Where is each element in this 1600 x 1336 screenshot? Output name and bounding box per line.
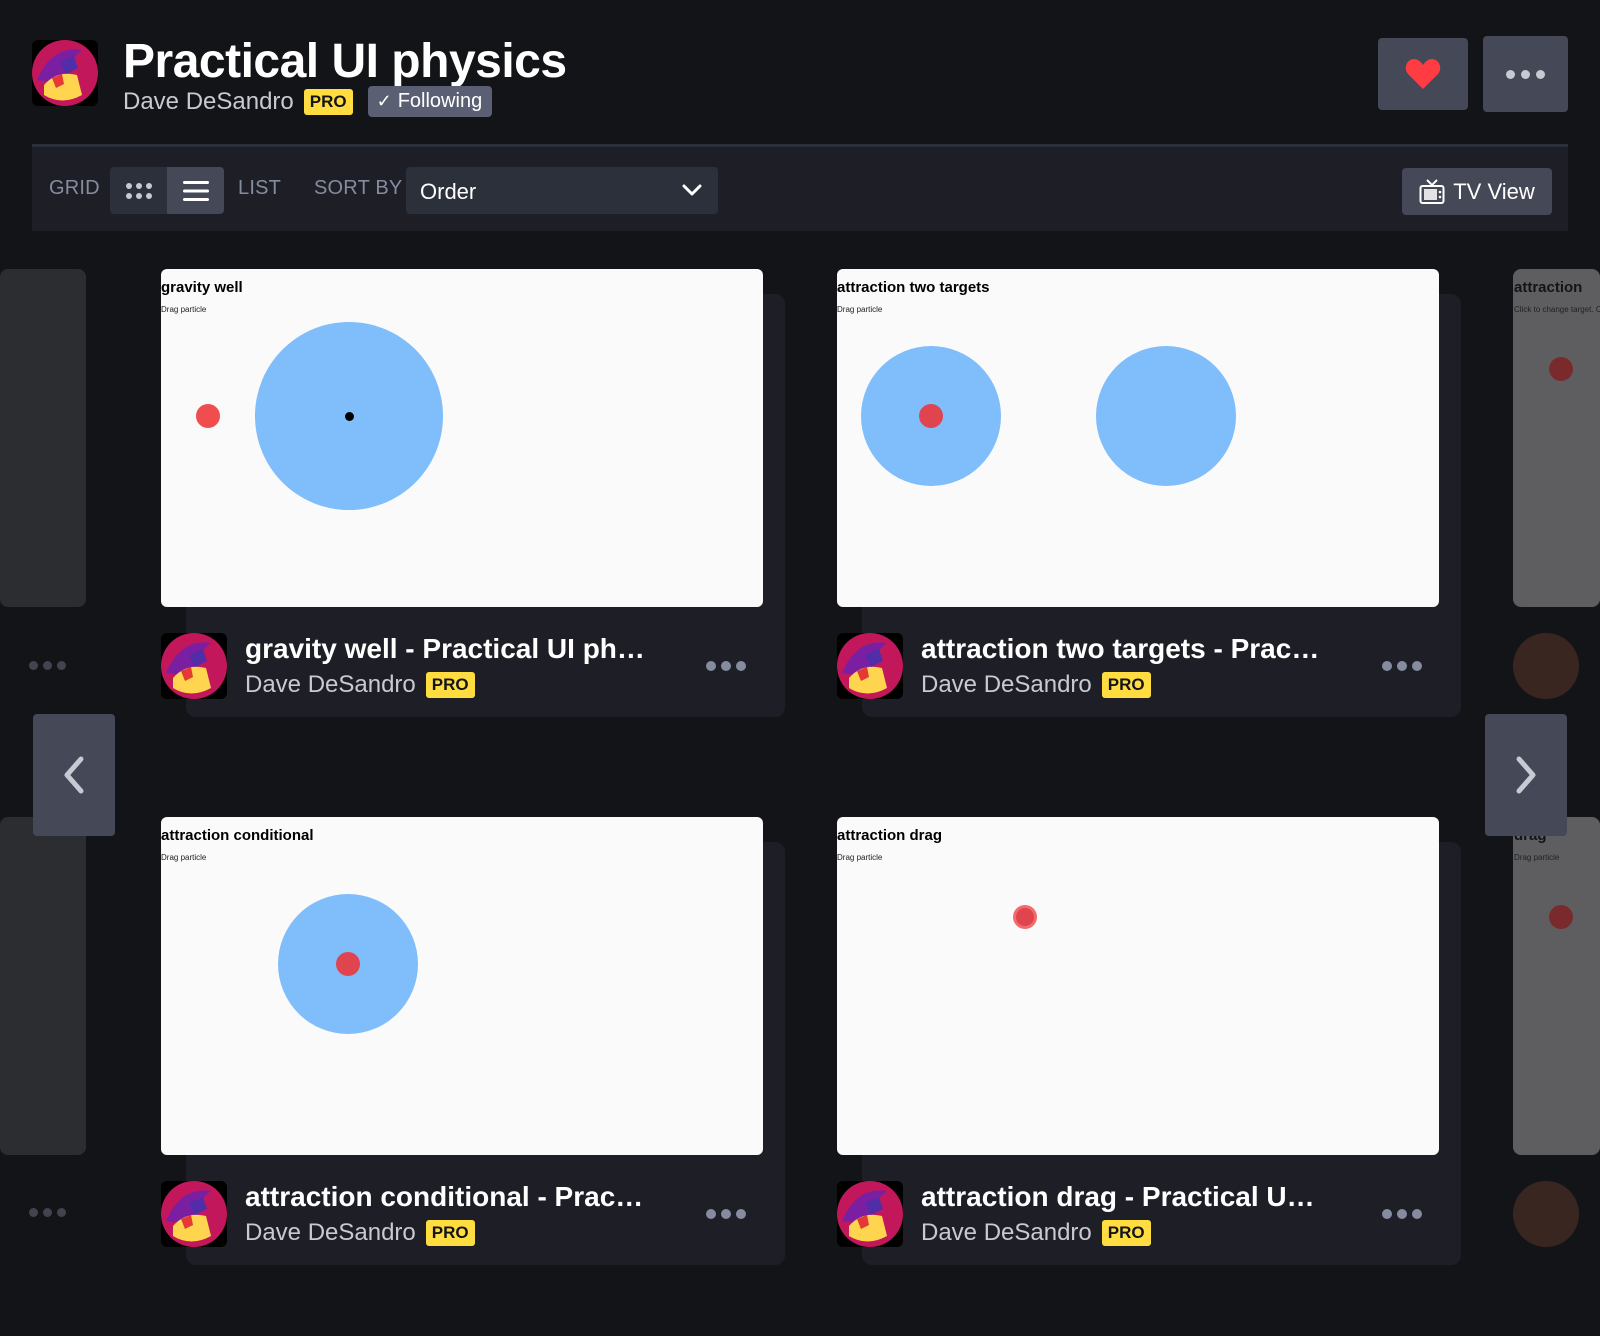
preview-subtitle: Drag particle bbox=[161, 853, 207, 862]
pen-title[interactable]: attraction two targets - Practi... bbox=[921, 633, 1321, 665]
ellipsis-icon bbox=[1382, 1209, 1392, 1219]
peek-title: attraction bbox=[1514, 279, 1583, 296]
grid-icon bbox=[125, 182, 152, 199]
pen-preview[interactable]: attraction two targets Drag particle bbox=[837, 269, 1439, 607]
pen-meta: gravity well - Practical UI phy... Dave … bbox=[161, 633, 761, 703]
preview-subtitle: Drag particle bbox=[161, 305, 207, 314]
pen-title[interactable]: gravity well - Practical UI phy... bbox=[245, 633, 645, 665]
check-icon: ✓ bbox=[376, 91, 392, 111]
pen-more-button[interactable] bbox=[1382, 1209, 1422, 1219]
author-name[interactable]: Dave DeSandro bbox=[123, 88, 294, 116]
pen-author: Dave DeSandro PRO bbox=[921, 671, 1151, 699]
prev-page-card-preview bbox=[0, 269, 86, 607]
author-name[interactable]: Dave DeSandro bbox=[921, 1219, 1092, 1247]
like-button[interactable] bbox=[1378, 38, 1468, 110]
ellipsis-icon bbox=[1506, 69, 1515, 79]
author-name[interactable]: Dave DeSandro bbox=[245, 671, 416, 699]
preview-title: attraction two targets bbox=[837, 279, 990, 296]
particle bbox=[336, 952, 360, 976]
heart-icon bbox=[1405, 59, 1441, 89]
pen-meta: attraction drag - Practical UI p... Dave… bbox=[837, 1181, 1437, 1251]
author-avatar[interactable] bbox=[837, 1181, 903, 1247]
collection-more-button[interactable] bbox=[1483, 36, 1568, 112]
author-avatar[interactable] bbox=[32, 40, 98, 106]
pen-preview[interactable]: attraction conditional Drag particle bbox=[161, 817, 763, 1155]
sort-select-value: Order bbox=[420, 179, 477, 204]
pen-author: Dave DeSandro PRO bbox=[921, 1219, 1151, 1247]
author-name[interactable]: Dave DeSandro bbox=[245, 1219, 416, 1247]
previous-page-button[interactable] bbox=[33, 714, 115, 836]
ellipsis-icon bbox=[706, 1209, 716, 1219]
next-page-button[interactable] bbox=[1485, 714, 1567, 836]
ellipsis-icon bbox=[706, 661, 716, 671]
view-toggle bbox=[110, 167, 224, 214]
well-center bbox=[345, 412, 354, 421]
preview-subtitle: Drag particle bbox=[837, 853, 883, 862]
collection-header: Practical UI physics Dave DeSandro PRO ✓… bbox=[32, 34, 1568, 144]
next-page-card-preview: drag Drag particle bbox=[1513, 817, 1600, 1155]
preview-title: attraction conditional bbox=[161, 827, 314, 844]
pen-preview[interactable]: gravity well Drag particle bbox=[161, 269, 763, 607]
prev-page-card-more bbox=[29, 661, 66, 670]
next-page-card-avatar bbox=[1513, 633, 1579, 699]
peek-subtitle: Click to change target. Cl bbox=[1514, 305, 1600, 314]
grid-view-button[interactable] bbox=[110, 167, 167, 214]
pen-card: attraction two targets Drag particle att… bbox=[837, 269, 1461, 717]
next-page-card-preview: attraction Click to change target. Cl bbox=[1513, 269, 1600, 607]
page-title: Practical UI physics bbox=[123, 35, 567, 88]
following-button[interactable]: ✓ Following bbox=[367, 86, 493, 117]
pen-title[interactable]: attraction drag - Practical UI p... bbox=[921, 1181, 1321, 1213]
pen-more-button[interactable] bbox=[706, 1209, 746, 1219]
pro-badge[interactable]: PRO bbox=[425, 672, 475, 698]
prev-page-card-more bbox=[29, 1208, 66, 1217]
sort-by-label: SORT BY bbox=[314, 177, 403, 199]
pen-author: Dave DeSandro PRO bbox=[245, 1219, 475, 1247]
pro-badge[interactable]: PRO bbox=[303, 88, 353, 115]
particle bbox=[1013, 905, 1037, 929]
particle bbox=[196, 404, 220, 428]
author-name[interactable]: Dave DeSandro bbox=[921, 671, 1092, 699]
list-view-button[interactable] bbox=[167, 167, 224, 214]
view-toolbar: GRID LIST SORT BY Order TV View bbox=[32, 144, 1568, 231]
preview-subtitle: Drag particle bbox=[837, 305, 883, 314]
byline: Dave DeSandro PRO ✓ Following bbox=[123, 86, 493, 117]
pen-meta: attraction two targets - Practi... Dave … bbox=[837, 633, 1437, 703]
pro-badge[interactable]: PRO bbox=[425, 1220, 475, 1246]
pen-card: attraction conditional Drag particle att… bbox=[161, 817, 785, 1265]
pen-more-button[interactable] bbox=[1382, 661, 1422, 671]
pen-preview[interactable]: attraction drag Drag particle bbox=[837, 817, 1439, 1155]
preview-title: gravity well bbox=[161, 279, 243, 296]
pen-card: gravity well Drag particle gravity well … bbox=[161, 269, 785, 717]
particle bbox=[1549, 357, 1573, 381]
chevron-right-icon bbox=[1516, 756, 1536, 794]
grid-label: GRID bbox=[49, 177, 100, 199]
pen-author: Dave DeSandro PRO bbox=[245, 671, 475, 699]
particle bbox=[919, 404, 943, 428]
author-avatar[interactable] bbox=[161, 1181, 227, 1247]
peek-subtitle: Drag particle bbox=[1514, 853, 1560, 862]
next-page-card-avatar bbox=[1513, 1181, 1579, 1247]
author-avatar[interactable] bbox=[837, 633, 903, 699]
prev-page-card-preview bbox=[0, 817, 86, 1155]
sort-select[interactable]: Order bbox=[406, 167, 718, 214]
chevron-left-icon bbox=[64, 756, 84, 794]
list-icon bbox=[182, 180, 209, 201]
pro-badge[interactable]: PRO bbox=[1101, 1220, 1151, 1246]
ellipsis-icon bbox=[1382, 661, 1392, 671]
chevron-down-icon bbox=[682, 184, 702, 196]
pen-meta: attraction conditional - Practi... Dave … bbox=[161, 1181, 761, 1251]
author-avatar[interactable] bbox=[161, 633, 227, 699]
pen-more-button[interactable] bbox=[706, 661, 746, 671]
tv-view-label: TV View bbox=[1453, 178, 1535, 204]
attractor bbox=[1096, 346, 1236, 486]
pen-card: attraction drag Drag particle attraction… bbox=[837, 817, 1461, 1265]
pen-title[interactable]: attraction conditional - Practi... bbox=[245, 1181, 645, 1213]
following-label: Following bbox=[397, 90, 483, 112]
tv-icon bbox=[1419, 178, 1445, 204]
list-label: LIST bbox=[238, 177, 282, 199]
preview-title: attraction drag bbox=[837, 827, 943, 844]
particle bbox=[1549, 905, 1573, 929]
pro-badge[interactable]: PRO bbox=[1101, 672, 1151, 698]
tv-view-button[interactable]: TV View bbox=[1402, 168, 1552, 215]
